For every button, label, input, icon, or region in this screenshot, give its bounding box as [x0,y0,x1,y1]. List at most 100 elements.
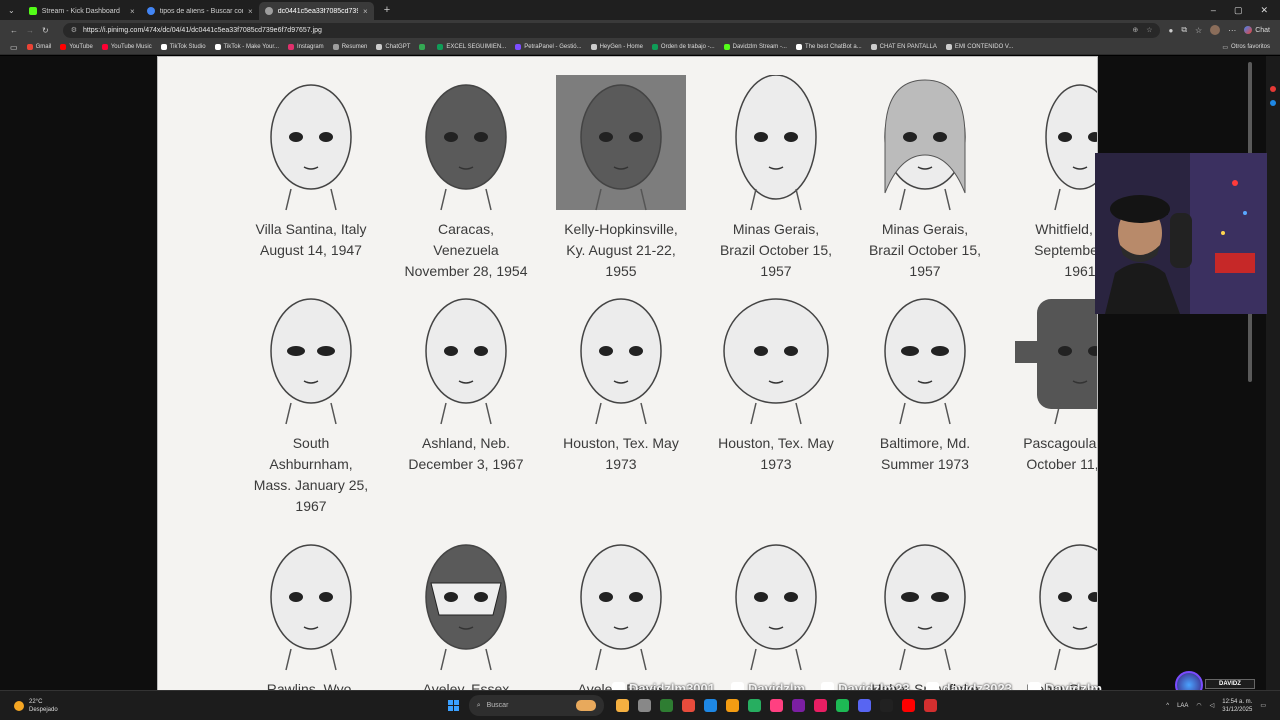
bookmark-label: YouTube [69,44,93,50]
bookmark-label: TikTok - Make Your... [223,44,279,50]
alien-caption: Pascagoula, Miss. October 11, 1973 [1023,435,1098,472]
bookmark-item[interactable]: Gmail [26,44,52,50]
bookmark-favicon-icon [160,44,167,50]
taskbar-app-icon[interactable] [659,699,673,712]
volume-icon[interactable]: ◁ [1210,702,1215,709]
bookmark-favicon-icon [515,44,522,50]
taskbar-app-icon[interactable] [835,699,849,712]
taskbar-app-icon[interactable] [923,699,937,712]
side-panel-icon[interactable] [1270,86,1276,92]
taskbar-app-icon[interactable] [637,699,651,712]
maximize-icon[interactable]: ▢ [1234,5,1243,16]
wifi-icon[interactable]: ◠ [1196,702,1201,709]
clock[interactable]: 12:54 a. m. 31/12/2025 [1222,698,1252,714]
folder-icon: ▭ [1222,44,1228,51]
alien-caption: Aveley, Essex [422,681,510,690]
taskbar-app-icon[interactable] [857,699,871,712]
bookmark-item[interactable]: EXCEL SEGUIMIEN... [437,44,506,50]
minimize-icon[interactable]: – [1211,5,1216,16]
bookmark-item[interactable]: Instagram [288,44,324,50]
taskbar-app-icon[interactable] [901,699,915,712]
tab-image[interactable]: dc0441c5ea33f7085cd739e6f7d97 × [258,2,374,20]
gemini-icon [1244,26,1253,34]
bookmark-item[interactable]: HeyGen - Home [590,44,643,50]
bookmark-item[interactable]: CHAT EN PANTALLA [870,44,937,50]
alien-face-sketch [270,298,352,425]
bookmark-item[interactable]: EMI CONTENIDO V... [945,44,1013,50]
other-bookmarks[interactable]: ▭ Otros favoritos [1222,44,1270,51]
forward-icon[interactable]: → [26,26,34,35]
taskbar-search[interactable]: ⌕ Buscar [468,695,604,716]
chevron-up-icon[interactable]: ^ [1166,703,1169,709]
tab-search-icon[interactable]: ⌄ [0,6,23,15]
search-icon: ⌕ [476,701,481,709]
record-icon[interactable]: ● [1168,26,1173,35]
bookmark-item[interactable]: Orden de trabajo -... [651,44,715,50]
bookmark-label: The best ChatBot a... [804,44,862,50]
alien-drawing-cell: Aveley, Essex [391,535,541,690]
taskbar-app-icon[interactable] [615,699,629,712]
language-indicator[interactable]: LAA [1177,703,1188,709]
bookmarks-icon[interactable]: ☆ [1195,26,1202,35]
bookmark-item[interactable]: The best ChatBot a... [795,44,862,50]
aliens-image: Villa Santina, Italy August 14, 1947 Cara… [157,56,1098,690]
alien-face-sketch [884,298,966,425]
alien-drawing-cell: Whitfield, N.H. September 19, 1961 [1005,75,1097,282]
bookmark-star-icon[interactable]: ☆ [1146,26,1152,34]
address-bar[interactable]: ⚙ https://i.pinimg.com/474x/dc/04/41/dc0… [62,22,1161,38]
close-window-icon[interactable]: ✕ [1260,5,1268,16]
extensions-icon[interactable]: ⧉ [1181,25,1187,35]
bookmark-label: YouTube Music [110,44,152,50]
alien-drawing-cell: Ashland, Neb. December 3, 1967 [391,289,541,475]
bookmark-favicon-icon [419,44,426,50]
start-icon[interactable] [447,700,459,711]
menu-icon[interactable]: ⋯ [1228,26,1236,35]
taskbar-app-icon[interactable] [747,699,761,712]
bookmark-favicon-icon [214,44,221,50]
bookmark-item[interactable]: TikTok - Make Your... [214,44,279,50]
page-viewport[interactable]: Villa Santina, Italy August 14, 1947 Cara… [0,56,1280,690]
side-panel-icon[interactable] [1270,100,1276,106]
bookmark-favicon-icon [376,44,383,50]
reload-icon[interactable]: ↻ [42,26,49,35]
close-icon[interactable]: × [363,7,368,16]
profile-avatar[interactable] [1210,25,1221,35]
alien-face-sketch [735,75,817,211]
bookmark-item[interactable] [419,44,428,50]
site-info-icon[interactable]: ⚙ [71,26,77,34]
close-icon[interactable]: × [130,7,135,16]
bookmark-item[interactable]: YouTube Music [101,44,152,50]
bookmark-item[interactable]: TikTok Studio [160,44,206,50]
bookmark-item[interactable]: Davidzlm Stream -... [723,44,787,50]
chat-label: Chat [1255,26,1270,34]
bookmark-item[interactable]: PetraPanel - Gestió... [515,44,582,50]
taskbar-app-icon[interactable] [769,699,783,712]
notifications-icon[interactable]: ▭ [1260,702,1266,709]
bookmark-item[interactable]: ChatGPT [376,44,410,50]
tab-label: dc0441c5ea33f7085cd739e6f7d97 [277,7,358,15]
apps-icon[interactable]: ▭ [10,43,18,52]
chat-button[interactable]: Chat [1244,26,1270,34]
taskbar-app-icon[interactable] [703,699,717,712]
back-icon[interactable]: ← [10,26,18,35]
taskbar-app-icon[interactable] [879,699,893,712]
alien-face-sketch [556,75,686,211]
streamer-figure [1095,153,1267,314]
taskbar-app-icon[interactable] [791,699,805,712]
taskbar-app-icon[interactable] [813,699,827,712]
weather-sun-icon [14,700,24,711]
close-icon[interactable]: × [248,7,253,16]
bookmark-item[interactable]: YouTube [60,44,93,50]
alien-drawing-cell: South Ashburnham, Mass. January 25, 1967 [236,289,386,517]
taskbar-app-icon[interactable] [725,699,739,712]
alien-caption: Caracas, Venezuela November 28, 1954 [404,221,528,279]
bookmark-favicon-icon [723,44,730,50]
taskbar-app-icon[interactable] [681,699,695,712]
zoom-icon[interactable]: ⊕ [1132,26,1138,34]
bookmark-label: Gmail [35,44,52,50]
tab-kick-dashboard[interactable]: Stream - Kick Dashboard × [23,2,141,20]
bookmark-item[interactable]: Resumen [332,44,367,50]
weather-widget[interactable]: 22°C Despejado [0,698,58,714]
new-tab-icon[interactable]: + [374,4,400,16]
tab-google-search[interactable]: tipos de aliens - Buscar con Googl × [141,2,259,20]
